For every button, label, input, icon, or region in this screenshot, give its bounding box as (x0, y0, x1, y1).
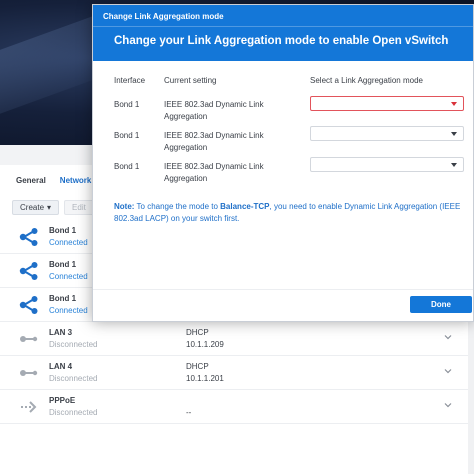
chevron-down-icon[interactable] (444, 333, 452, 341)
interface-row[interactable]: PPPoE Disconnected -- (0, 390, 474, 424)
note-text-before: To change the mode to (134, 202, 221, 211)
pppoe-icon (21, 401, 37, 413)
current-setting-line1: IEEE 802.3ad Dynamic Link (164, 131, 264, 140)
link-aggregation-mode-select[interactable] (310, 157, 464, 172)
dialog-title: Change Link Aggregation mode (93, 5, 473, 27)
interface-name: PPPoE (49, 396, 76, 405)
bond-interface-label: Bond 1 (114, 100, 140, 109)
bond-interface-label: Bond 1 (114, 131, 140, 140)
current-setting-line2: Aggregation (164, 174, 208, 183)
change-link-aggregation-dialog: Change Link Aggregation mode Change your… (92, 4, 474, 322)
dialog-footer-divider (93, 289, 473, 290)
link-aggregation-mode-select[interactable] (310, 126, 464, 141)
chevron-down-icon[interactable] (444, 401, 452, 409)
dialog-note: Note: To change the mode to Balance-TCP,… (114, 201, 464, 225)
interface-row[interactable]: LAN 4 Disconnected DHCP 10.1.1.201 (0, 356, 474, 390)
edit-button-label: Edit (72, 203, 86, 212)
column-header-select-mode: Select a Link Aggregation mode (310, 76, 423, 85)
current-setting-line1: IEEE 802.3ad Dynamic Link (164, 162, 264, 171)
lan-icon (20, 336, 38, 342)
done-button-label: Done (431, 300, 451, 309)
ip-mode: DHCP (186, 328, 209, 337)
ip-address: -- (186, 408, 192, 417)
dialog-banner: Change your Link Aggregation mode to ena… (93, 27, 473, 61)
current-setting-line2: Aggregation (164, 112, 208, 121)
chevron-down-icon[interactable] (444, 367, 452, 375)
bond-share-icon (19, 262, 38, 280)
interface-row[interactable]: LAN 3 Disconnected DHCP 10.1.1.209 (0, 322, 474, 356)
interface-status: Disconnected (49, 408, 98, 417)
current-setting-line2: Aggregation (164, 143, 208, 152)
interface-status: Disconnected (49, 374, 98, 383)
chevron-down-icon: ▾ (47, 203, 52, 212)
ip-address: 10.1.1.201 (186, 374, 224, 383)
current-setting-line1: IEEE 802.3ad Dynamic Link (164, 100, 264, 109)
interface-name: Bond 1 (49, 226, 77, 235)
tab-network[interactable]: Network (60, 176, 92, 185)
interface-name: LAN 4 (49, 362, 73, 371)
interface-name: Bond 1 (49, 260, 77, 269)
ip-address: 10.1.1.209 (186, 340, 224, 349)
column-header-interface: Interface (114, 76, 146, 85)
bond-share-icon (19, 296, 38, 314)
network-toolbar: Create ▾ Edit (12, 200, 94, 215)
chevron-down-icon (451, 132, 457, 136)
ip-mode: DHCP (186, 362, 209, 371)
bond-share-icon (19, 228, 38, 246)
edit-button[interactable]: Edit (64, 200, 94, 215)
create-button-label: Create (20, 203, 45, 212)
note-emphasis: Balance-TCP (220, 202, 270, 211)
done-button[interactable]: Done (410, 296, 472, 313)
chevron-down-icon (451, 163, 457, 167)
interface-status: Connected (49, 238, 88, 247)
interface-name: LAN 3 (49, 328, 73, 337)
interface-status: Connected (49, 272, 88, 281)
tab-general[interactable]: General (16, 176, 46, 185)
interface-status: Connected (49, 306, 88, 315)
settings-tabs: General Network (16, 176, 91, 185)
interface-name: Bond 1 (49, 294, 77, 303)
chevron-down-icon (451, 102, 457, 106)
interface-status: Disconnected (49, 340, 98, 349)
create-button[interactable]: Create ▾ (12, 200, 60, 215)
note-label: Note: (114, 202, 135, 211)
bond-interface-label: Bond 1 (114, 162, 140, 171)
lan-icon (20, 370, 38, 376)
link-aggregation-mode-select[interactable] (310, 96, 464, 111)
column-header-current-setting: Current setting (164, 76, 217, 85)
